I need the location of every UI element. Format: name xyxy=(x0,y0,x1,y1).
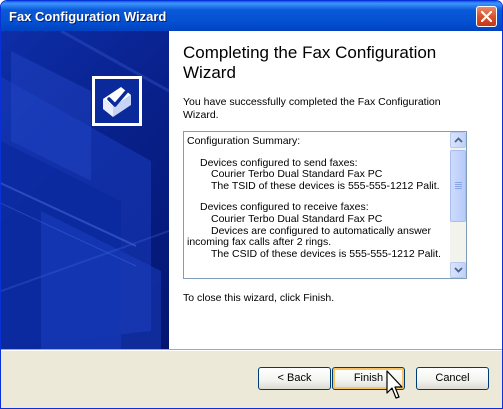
title-close-button[interactable] xyxy=(476,6,497,27)
wizard-content: Completing the Fax Configuration Wizard … xyxy=(169,31,502,349)
wizard-window: Fax Configuration Wizard Completing the … xyxy=(0,0,503,409)
title-bar[interactable]: Fax Configuration Wizard xyxy=(1,1,502,31)
chevron-down-icon xyxy=(454,267,463,273)
receive-csid: The CSID of these devices is 555-555-121… xyxy=(211,247,441,260)
chevron-up-icon xyxy=(454,137,463,143)
receive-device: Courier Terbo Dual Standard Fax PC xyxy=(211,212,383,225)
scroll-thumb[interactable] xyxy=(450,150,466,222)
page-title: Completing the Fax Configuration Wizard xyxy=(183,43,437,82)
footer-separator xyxy=(1,349,502,351)
summary-text: Configuration Summary: Devices configure… xyxy=(187,135,449,260)
send-tsid: The TSID of these devices is 555-555-121… xyxy=(211,179,440,192)
close-icon xyxy=(481,11,492,22)
fax-illustration xyxy=(1,31,169,349)
summary-title: Configuration Summary: xyxy=(187,135,301,147)
wizard-logo xyxy=(92,76,142,126)
scroll-down-button[interactable] xyxy=(450,262,466,278)
configuration-summary-box[interactable]: Configuration Summary: Devices configure… xyxy=(183,131,467,279)
close-instruction: To close this wizard, click Finish. xyxy=(183,292,335,304)
wizard-side-panel xyxy=(1,31,169,349)
cancel-button[interactable]: Cancel xyxy=(416,367,489,390)
receive-auto-answer: Devices are configured to automatically … xyxy=(187,224,432,249)
summary-scrollbar[interactable] xyxy=(450,132,466,278)
mouse-pointer-icon xyxy=(386,370,403,399)
wizard-checkmark-icon xyxy=(103,87,131,117)
scroll-up-button[interactable] xyxy=(450,132,466,148)
window-title: Fax Configuration Wizard xyxy=(9,9,167,24)
back-button[interactable]: < Back xyxy=(258,367,331,390)
intro-text: You have successfully completed the Fax … xyxy=(183,96,441,121)
